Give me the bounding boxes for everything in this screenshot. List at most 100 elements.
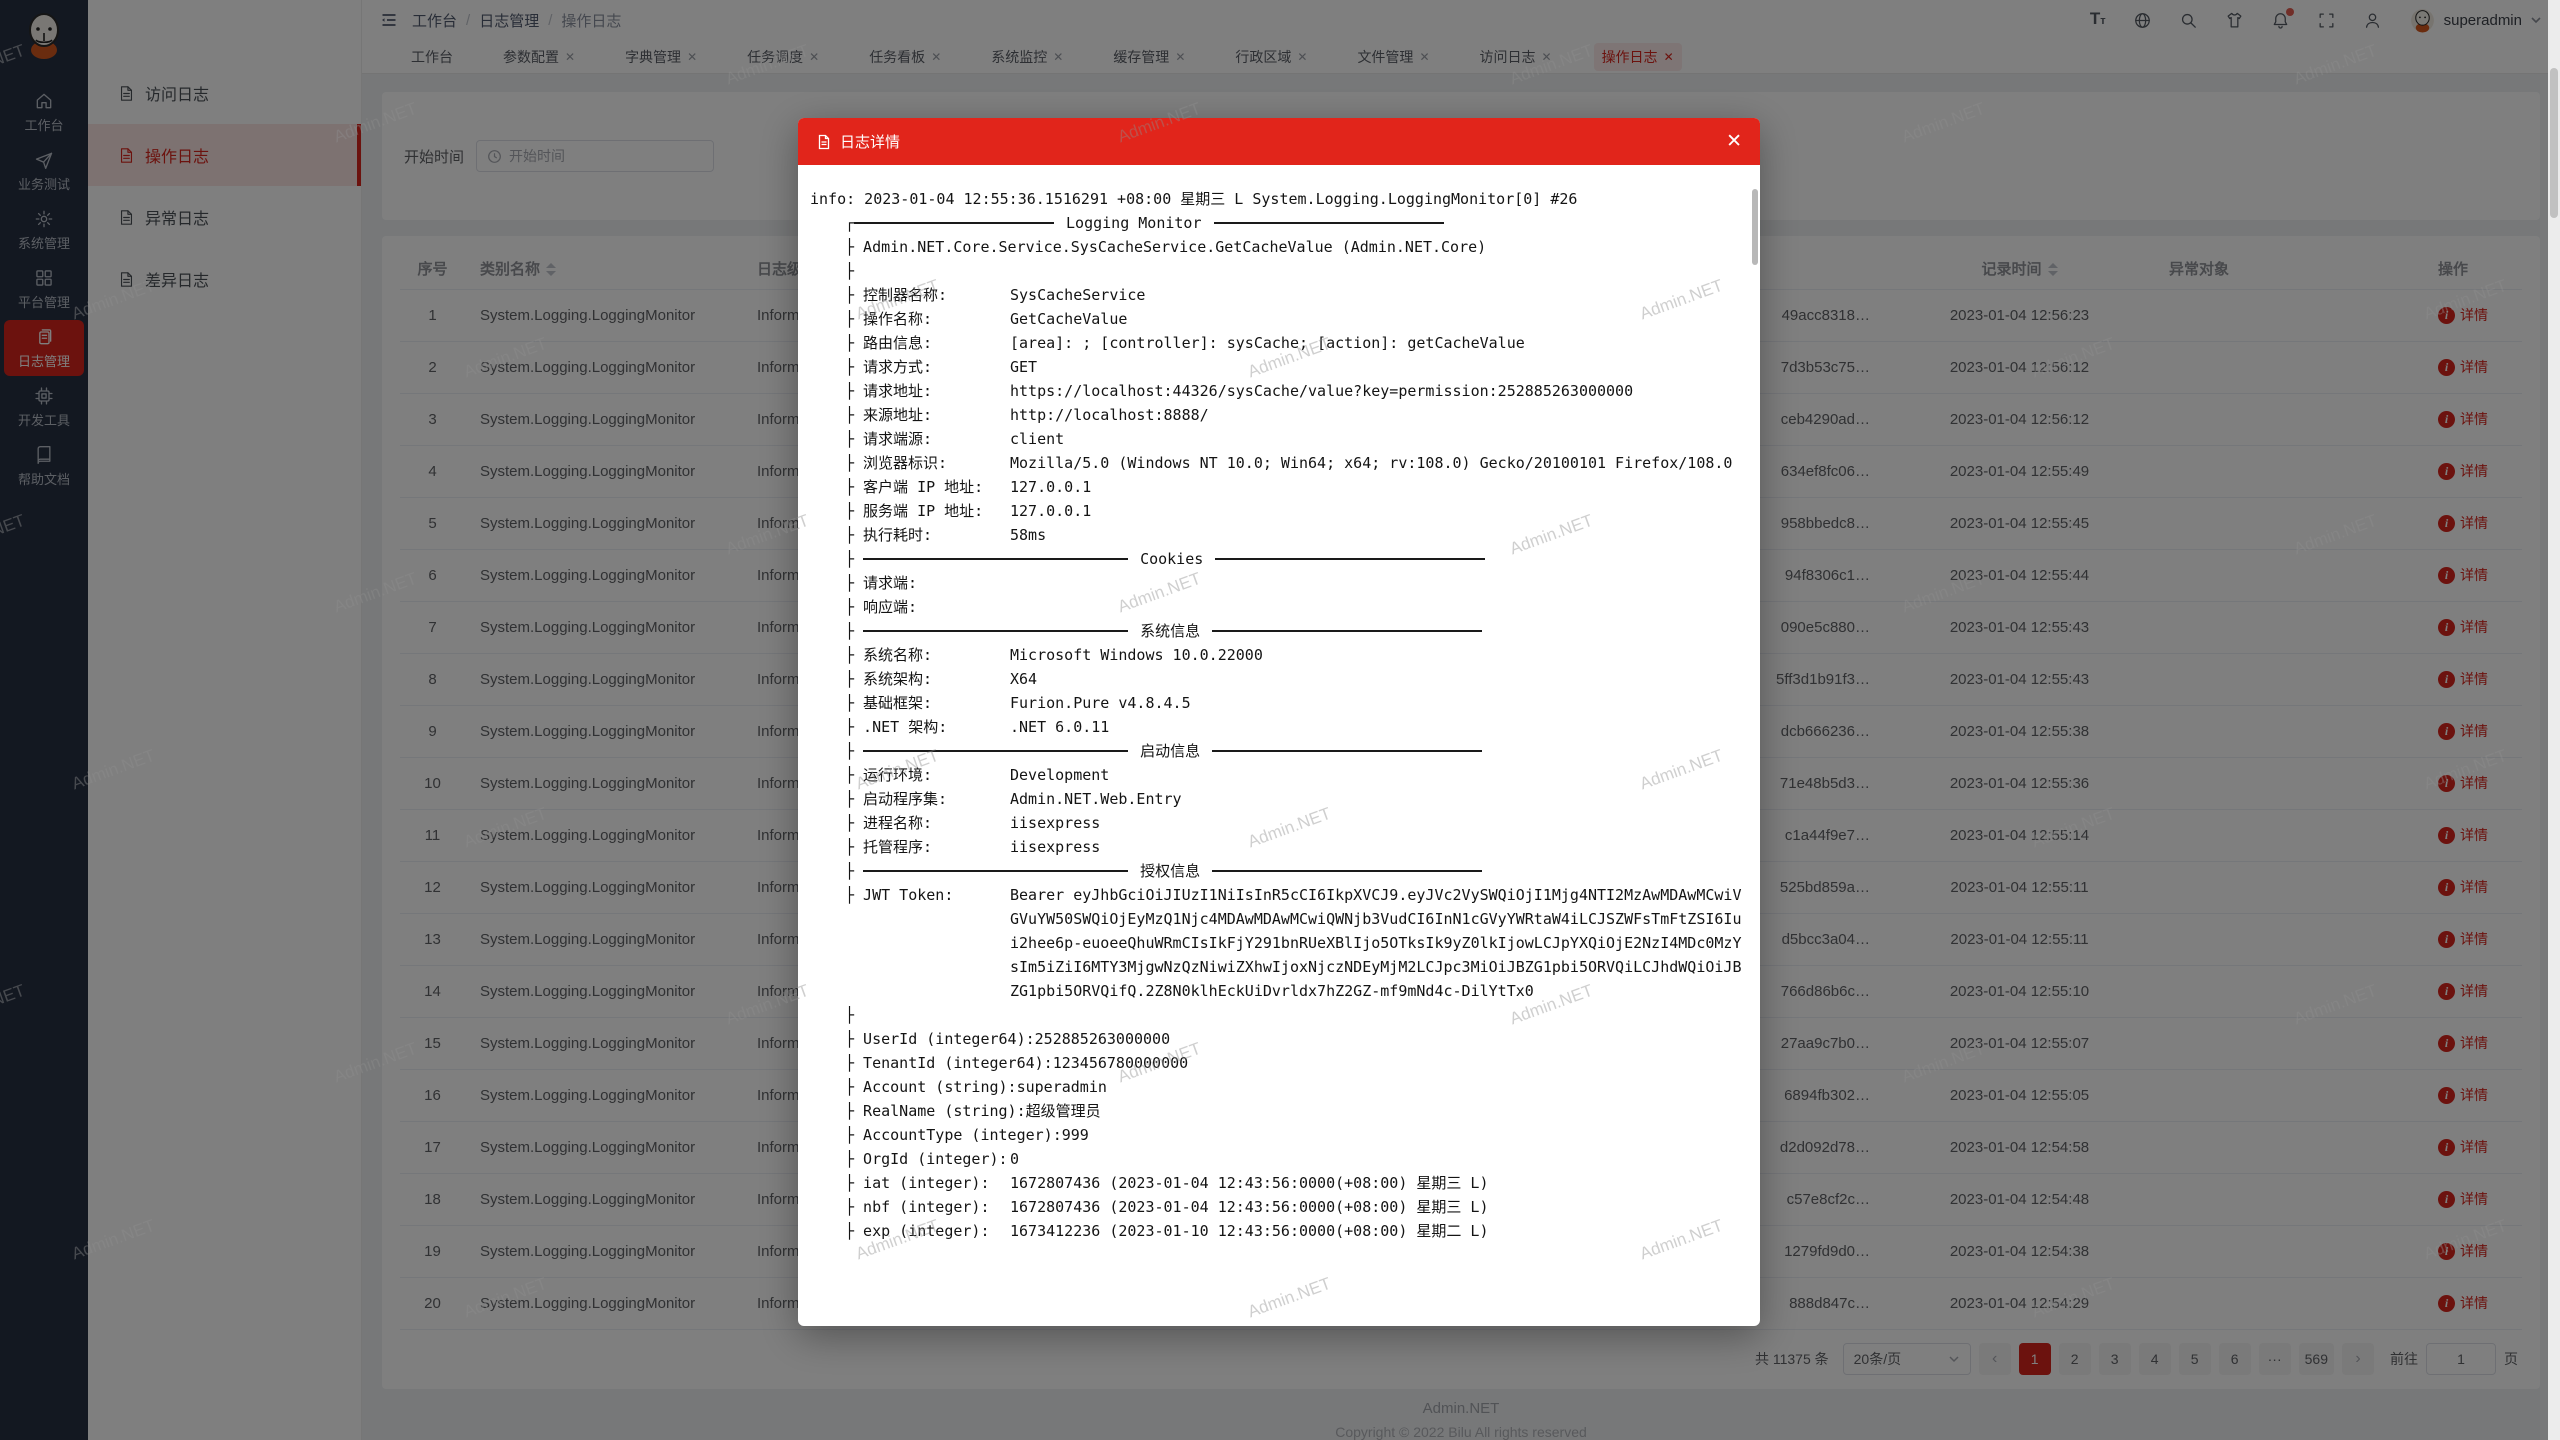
separator-line — [854, 222, 1054, 224]
log-label: ├ 运行环境: — [810, 763, 1010, 787]
log-kv-line: ├ OrgId (integer):0 — [810, 1147, 1748, 1171]
log-value: 1672807436 (2023-01-04 12:43:56:0000(+08… — [1010, 1195, 1748, 1219]
log-value: client — [1010, 427, 1748, 451]
log-label: ├ 操作名称: — [810, 307, 1010, 331]
log-line: info: 2023-01-04 12:55:36.1516291 +08:00… — [810, 187, 1748, 211]
log-value: Development — [1010, 763, 1748, 787]
log-value: 58ms — [1010, 523, 1748, 547]
log-kv-line: ├ RealName (string):超级管理员 — [810, 1099, 1748, 1123]
modal-scrollbar-thumb[interactable] — [1752, 189, 1758, 265]
log-kv-line: ├ iat (integer):1672807436 (2023-01-04 1… — [810, 1171, 1748, 1195]
log-kv-line: ├ TenantId (integer64):123456780000000 — [810, 1051, 1748, 1075]
page-scrollbar-thumb[interactable] — [2550, 68, 2558, 218]
log-kv-line: ├ 执行耗时:58ms — [810, 523, 1748, 547]
log-label: ├ nbf (integer): — [810, 1195, 1010, 1219]
log-label: ├ UserId (integer64): — [810, 1027, 1035, 1051]
log-value: iisexpress — [1010, 811, 1748, 835]
log-label: ├ 来源地址: — [810, 403, 1010, 427]
separator-line — [1215, 558, 1485, 560]
log-detail-modal: 日志详情 ✕ info: 2023-01-04 12:55:36.1516291… — [798, 118, 1760, 1326]
log-value: GET — [1010, 355, 1748, 379]
log-section-separator: ├ Cookies — [810, 547, 1748, 571]
log-value: Mozilla/5.0 (Windows NT 10.0; Win64; x64… — [1010, 451, 1748, 475]
log-section-separator: ├ 授权信息 — [810, 859, 1748, 883]
log-kv-line: ├ 路由信息:[area]: ; [controller]: sysCache;… — [810, 331, 1748, 355]
log-label: ├ Account (string): — [810, 1075, 1017, 1099]
log-tee: ├ — [845, 739, 863, 763]
log-value: 123456780000000 — [1053, 1051, 1748, 1075]
log-kv-line: ├ 服务端 IP 地址:127.0.0.1 — [810, 499, 1748, 523]
separator-title: Cookies — [1128, 547, 1215, 571]
log-label: ├ 基础框架: — [810, 691, 1010, 715]
separator-line — [1212, 630, 1482, 632]
separator-line — [863, 870, 1128, 872]
separator-title: 系统信息 — [1128, 619, 1212, 643]
log-label: ├ 响应端: — [810, 595, 1010, 619]
document-icon — [816, 134, 832, 150]
log-tee: ├ — [845, 619, 863, 643]
log-kv-line: ├ 控制器名称:SysCacheService — [810, 283, 1748, 307]
log-value: iisexpress — [1010, 835, 1748, 859]
log-label: ├ 系统名称: — [810, 643, 1010, 667]
log-value: .NET 6.0.11 — [1010, 715, 1748, 739]
log-label: ├ 托管程序: — [810, 835, 1010, 859]
log-kv-line: ├ .NET 架构:.NET 6.0.11 — [810, 715, 1748, 739]
log-kv-line: ├ 启动程序集:Admin.NET.Web.Entry — [810, 787, 1748, 811]
log-kv-line: ├ UserId (integer64):252885263000000 — [810, 1027, 1748, 1051]
log-label: ├ 控制器名称: — [810, 283, 1010, 307]
log-kv-line: ├ 浏览器标识:Mozilla/5.0 (Windows NT 10.0; Wi… — [810, 451, 1748, 475]
log-value: 1673412236 (2023-01-10 12:43:56:0000(+08… — [1010, 1219, 1748, 1243]
log-value: 127.0.0.1 — [1010, 475, 1748, 499]
log-label: ├ 请求地址: — [810, 379, 1010, 403]
log-label: ├ 服务端 IP 地址: — [810, 499, 1010, 523]
log-value: X64 — [1010, 667, 1748, 691]
log-tee: ┌ — [845, 211, 854, 235]
log-tee: ├ — [845, 547, 863, 571]
separator-line — [1214, 222, 1444, 224]
log-kv-line: ├ 客户端 IP 地址:127.0.0.1 — [810, 475, 1748, 499]
modal-body: info: 2023-01-04 12:55:36.1516291 +08:00… — [798, 165, 1760, 1326]
log-label: ├ 启动程序集: — [810, 787, 1010, 811]
log-label: ├ AccountType (integer): — [810, 1123, 1062, 1147]
log-label: ├ 执行耗时: — [810, 523, 1010, 547]
log-section-separator: ├ 系统信息 — [810, 619, 1748, 643]
log-kv-line: ├ 响应端: — [810, 595, 1748, 619]
log-value — [1010, 571, 1748, 595]
log-tee: ├ — [845, 859, 863, 883]
log-value: 1672807436 (2023-01-04 12:43:56:0000(+08… — [1010, 1171, 1748, 1195]
log-value: 999 — [1062, 1123, 1748, 1147]
log-value: GetCacheValue — [1010, 307, 1748, 331]
log-line: ├ — [810, 1003, 1748, 1027]
close-icon[interactable]: ✕ — [1726, 132, 1742, 151]
separator-title: 启动信息 — [1128, 739, 1212, 763]
log-label: ├ 请求端: — [810, 571, 1010, 595]
separator-title: 授权信息 — [1128, 859, 1212, 883]
log-kv-line: ├ 运行环境:Development — [810, 763, 1748, 787]
log-value: 超级管理员 — [1026, 1099, 1748, 1123]
separator-line — [863, 630, 1128, 632]
log-value — [1010, 595, 1748, 619]
log-value: SysCacheService — [1010, 283, 1748, 307]
log-kv-line: ├ 托管程序:iisexpress — [810, 835, 1748, 859]
log-content: info: 2023-01-04 12:55:36.1516291 +08:00… — [810, 187, 1748, 1243]
modal-header: 日志详情 ✕ — [798, 118, 1760, 165]
log-kv-line: ├ 基础框架:Furion.Pure v4.8.4.5 — [810, 691, 1748, 715]
log-label: ├ iat (integer): — [810, 1171, 1010, 1195]
log-value: superadmin — [1017, 1075, 1748, 1099]
log-section-separator: ┌Logging Monitor — [810, 211, 1748, 235]
log-line: ├ Admin.NET.Core.Service.SysCacheService… — [810, 235, 1748, 259]
log-label: ├ OrgId (integer): — [810, 1147, 1010, 1171]
log-kv-line: ├ 操作名称:GetCacheValue — [810, 307, 1748, 331]
log-kv-line: ├ 系统架构:X64 — [810, 667, 1748, 691]
log-kv-line: ├ JWT Token:Bearer eyJhbGciOiJIUzI1NiIsI… — [810, 883, 1748, 1003]
log-kv-line: ├ exp (integer):1673412236 (2023-01-10 1… — [810, 1219, 1748, 1243]
log-kv-line: ├ 请求地址:https://localhost:44326/sysCache/… — [810, 379, 1748, 403]
log-label: ├ TenantId (integer64): — [810, 1051, 1053, 1075]
page-scrollbar[interactable] — [2548, 0, 2560, 1440]
log-kv-line: ├ 请求端源:client — [810, 427, 1748, 451]
separator-line — [863, 750, 1128, 752]
separator-line — [1212, 870, 1482, 872]
log-label: ├ 客户端 IP 地址: — [810, 475, 1010, 499]
log-value: 0 — [1010, 1147, 1748, 1171]
log-line: ├ — [810, 259, 1748, 283]
